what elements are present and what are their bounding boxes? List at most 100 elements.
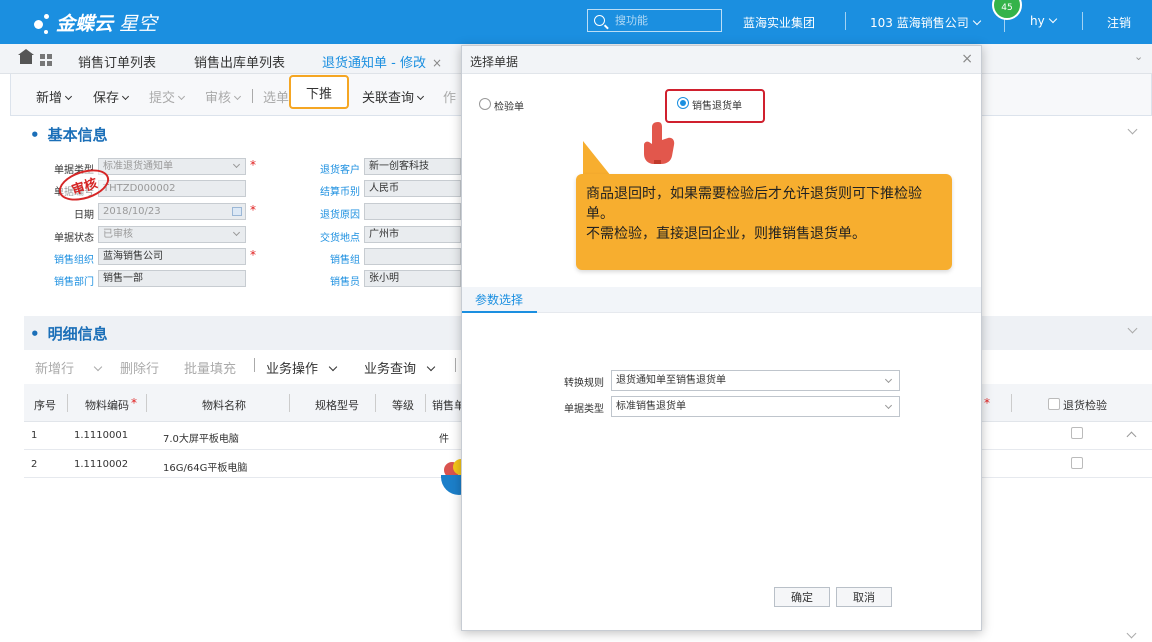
col-material-code[interactable]: 物料编码 bbox=[85, 397, 129, 413]
chevron-down-icon bbox=[232, 160, 241, 169]
chevron-down-icon bbox=[64, 92, 73, 101]
sales-group-label[interactable]: 销售组 bbox=[312, 251, 360, 266]
row-name[interactable]: 7.0大屏平板电脑 bbox=[163, 430, 239, 445]
basic-info-title: 基本信息 bbox=[30, 124, 108, 145]
app-grid-icon[interactable] bbox=[40, 54, 52, 66]
currency-label[interactable]: 结算币别 bbox=[312, 183, 360, 198]
related-query-button[interactable]: 关联查询 bbox=[362, 87, 425, 106]
salesperson-label[interactable]: 销售员 bbox=[312, 273, 360, 288]
close-icon[interactable]: × bbox=[961, 51, 973, 67]
logo-dots-icon bbox=[32, 11, 52, 35]
save-label: 保存 bbox=[93, 91, 120, 106]
sales-dept-field[interactable]: 销售一部 bbox=[98, 270, 246, 287]
audit-button[interactable]: 审核 bbox=[205, 87, 242, 106]
logout-link[interactable]: 注销 bbox=[1107, 14, 1131, 31]
ok-button[interactable]: 确定 bbox=[774, 587, 830, 607]
double-chevron-down-icon[interactable]: ⌄ bbox=[1134, 50, 1143, 63]
col-spec[interactable]: 规格型号 bbox=[315, 397, 359, 413]
delete-row-button[interactable]: 删除行 bbox=[120, 358, 159, 377]
calendar-icon[interactable] bbox=[232, 207, 242, 216]
currency-field[interactable]: 人民币 bbox=[364, 180, 461, 197]
row-unit[interactable]: 件 bbox=[439, 430, 449, 445]
notification-badge[interactable]: 45 bbox=[992, 0, 1022, 20]
status-value: 已审核 bbox=[103, 229, 133, 240]
brand-name: 金蝶云 bbox=[56, 13, 114, 35]
return-reason-field[interactable] bbox=[364, 203, 461, 220]
brand-sub: 星空 bbox=[119, 13, 158, 35]
status-field[interactable]: 已审核 bbox=[98, 226, 246, 243]
dialog-doc-type-select[interactable]: 标准销售退货单 bbox=[611, 396, 900, 417]
col-material-name[interactable]: 物料名称 bbox=[202, 397, 246, 413]
sales-dept-label[interactable]: 销售部门 bbox=[46, 273, 94, 288]
row-code[interactable]: 1.1110001 bbox=[74, 430, 128, 441]
param-tab-bar: 参数选择 bbox=[462, 287, 981, 313]
sales-group-field[interactable] bbox=[364, 248, 461, 265]
return-reason-label[interactable]: 退货原因 bbox=[312, 206, 360, 221]
divider bbox=[254, 358, 255, 372]
col-grade[interactable]: 等级 bbox=[392, 397, 414, 413]
push-down-button[interactable]: 下推 bbox=[289, 75, 349, 109]
chevron-down-icon[interactable] bbox=[93, 362, 103, 372]
cancel-button[interactable]: 取消 bbox=[836, 587, 892, 607]
doc-type-field[interactable]: 标准退货通知单 bbox=[98, 158, 246, 175]
brand-logo[interactable]: 金蝶云 星空 bbox=[32, 9, 157, 36]
col-return-check[interactable]: 退货检验 bbox=[1063, 397, 1107, 413]
required-mark: * bbox=[131, 396, 137, 410]
sales-org-label[interactable]: 销售组织 bbox=[46, 251, 94, 266]
org-company-select[interactable]: 103 蓝海销售公司 bbox=[870, 14, 981, 31]
row-code[interactable]: 1.1110002 bbox=[74, 459, 128, 470]
col-seq: 序号 bbox=[34, 399, 56, 412]
doc-no-field[interactable]: THTZD000002 bbox=[98, 180, 246, 197]
dialog-doc-type-label: 单据类型 bbox=[564, 404, 604, 415]
inspection-radio-label[interactable]: 检验单 bbox=[494, 98, 524, 113]
chevron-down-icon[interactable] bbox=[1126, 628, 1137, 639]
add-label: 新增 bbox=[36, 91, 63, 106]
close-icon[interactable]: × bbox=[432, 56, 442, 70]
chevron-down-icon bbox=[328, 362, 338, 372]
choose-doc-button[interactable]: 选单 bbox=[263, 87, 289, 106]
tab-sales-order-list[interactable]: 销售订单列表 bbox=[78, 52, 156, 71]
more-ops-button[interactable]: 作 bbox=[443, 87, 456, 106]
required-mark: * bbox=[250, 248, 256, 262]
save-button[interactable]: 保存 bbox=[93, 87, 130, 106]
batch-fill-button[interactable]: 批量填充 bbox=[184, 358, 236, 377]
inspection-radio[interactable] bbox=[479, 98, 491, 110]
date-field[interactable]: 2018/10/23 bbox=[98, 203, 246, 220]
divider bbox=[425, 394, 426, 412]
submit-button[interactable]: 提交 bbox=[149, 87, 186, 106]
tab-sales-outbound-list[interactable]: 销售出库单列表 bbox=[194, 52, 285, 71]
row-return-check-checkbox[interactable] bbox=[1071, 427, 1083, 439]
row-name[interactable]: 16G/64G平板电脑 bbox=[163, 459, 247, 474]
biz-ops-button[interactable]: 业务操作 bbox=[266, 358, 338, 377]
convert-rule-select[interactable]: 退货通知单至销售退货单 bbox=[611, 370, 900, 391]
salesperson-field[interactable]: 张小明 bbox=[364, 270, 461, 287]
audit-label: 审核 bbox=[205, 91, 232, 106]
tab-param-selection[interactable]: 参数选择 bbox=[462, 287, 537, 313]
home-icon[interactable] bbox=[18, 49, 34, 64]
user-name: hy bbox=[1030, 14, 1045, 28]
org-group-link[interactable]: 蓝海实业集团 bbox=[743, 14, 815, 31]
return-customer-field[interactable]: 新一创客科技 bbox=[364, 158, 461, 175]
user-menu[interactable]: hy bbox=[1030, 14, 1057, 28]
chevron-down-icon[interactable] bbox=[1127, 124, 1138, 135]
doc-type-value: 标准退货通知单 bbox=[103, 161, 173, 172]
row-return-check-checkbox[interactable] bbox=[1071, 457, 1083, 469]
divider bbox=[1011, 394, 1012, 412]
return-customer-label[interactable]: 退货客户 bbox=[312, 161, 360, 176]
return-check-all-checkbox[interactable] bbox=[1048, 398, 1060, 410]
add-row-button[interactable]: 新增行 bbox=[35, 358, 74, 377]
sales-return-radio[interactable] bbox=[677, 97, 689, 109]
chevron-down-icon bbox=[972, 16, 981, 26]
sales-return-radio-label[interactable]: 销售退货单 bbox=[692, 97, 742, 112]
sales-org-field[interactable]: 蓝海销售公司 bbox=[98, 248, 246, 265]
search-input[interactable] bbox=[615, 14, 705, 27]
delivery-place-field[interactable]: 广州市 bbox=[364, 226, 461, 243]
function-search[interactable] bbox=[587, 9, 722, 32]
biz-query-button[interactable]: 业务查询 bbox=[364, 358, 436, 377]
submit-label: 提交 bbox=[149, 91, 176, 106]
tab-return-notice-edit[interactable]: 退货通知单 - 修改 × bbox=[322, 52, 443, 79]
delivery-place-label[interactable]: 交货地点 bbox=[312, 229, 360, 244]
select-document-dialog: 选择单据 × 检验单 销售退货单 商品退回时，如果需要检验后才允许退货则可下推检… bbox=[461, 45, 982, 631]
required-mark: * bbox=[250, 158, 256, 172]
add-button[interactable]: 新增 bbox=[36, 87, 73, 106]
